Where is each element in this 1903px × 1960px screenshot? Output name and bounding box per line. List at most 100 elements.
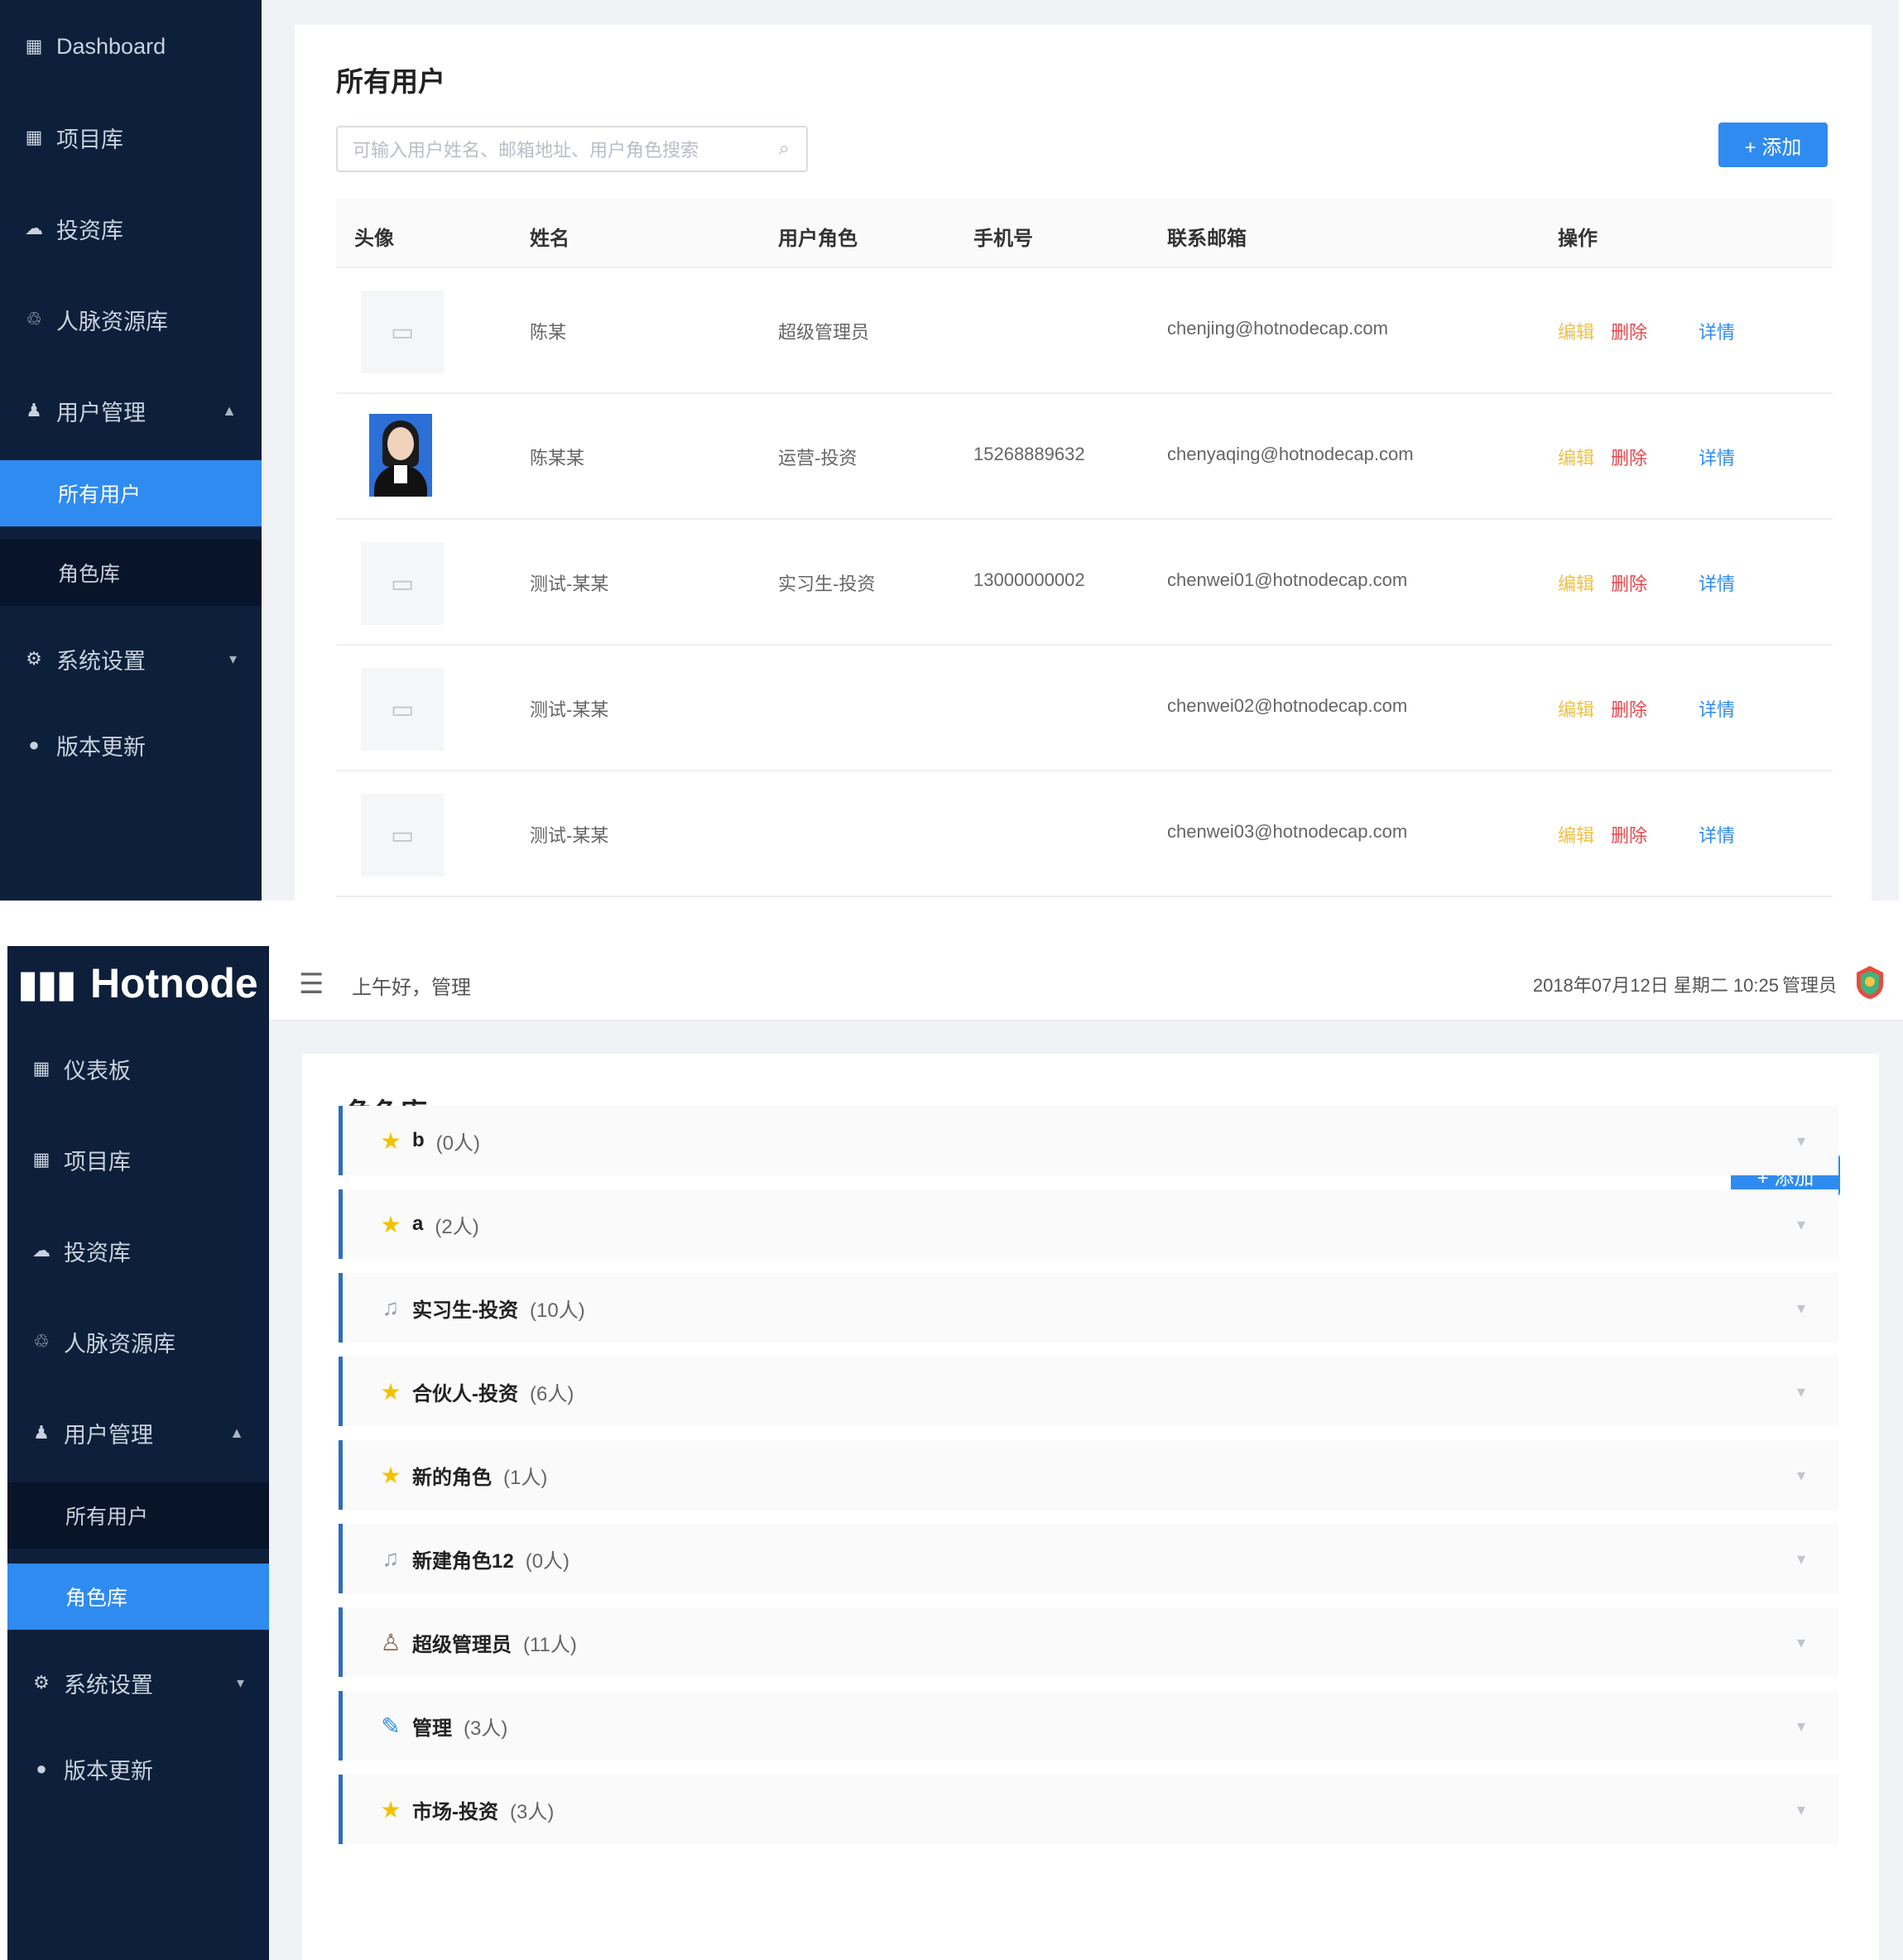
search-icon[interactable]: ⌕ (779, 137, 790, 161)
grid-icon: ▦ (25, 127, 43, 147)
role-item[interactable]: ★ 新的角色 (1人) ▾ (339, 1440, 1838, 1510)
edit-link[interactable]: 编辑 (1558, 821, 1594, 848)
detail-link[interactable]: 详情 (1699, 444, 1735, 470)
chevron-down-icon[interactable]: ▾ (1797, 1799, 1805, 1820)
delete-link[interactable]: 删除 (1611, 444, 1647, 470)
detail-link[interactable]: 详情 (1699, 318, 1735, 344)
chevron-down-icon[interactable]: ▾ (1797, 1214, 1805, 1235)
role-item[interactable]: ★ a (2人) ▾ (339, 1189, 1838, 1259)
sidebar-subitem-all-users[interactable]: 所有用户 (0, 460, 262, 526)
role-name: 超级管理员 (412, 1633, 512, 1656)
current-datetime: 2018年07月12日 星期二 10:25 (1532, 975, 1779, 996)
delete-link[interactable]: 删除 (1611, 569, 1647, 596)
detail-link[interactable]: 详情 (1699, 695, 1735, 722)
page-title: 所有用户 (336, 66, 445, 97)
role-item[interactable]: ★ 市场-投资 (3人) ▾ (339, 1775, 1838, 1844)
user-avatar-icon[interactable] (1853, 964, 1886, 1001)
role-name: 新建角色12 (412, 1549, 514, 1573)
sidebar-item-label: 用户管理 (64, 1422, 153, 1448)
role-item[interactable]: ♫ 实习生-投资 (10人) ▾ (339, 1273, 1838, 1343)
sidebar-item-settings[interactable]: ⚙ 系统设置 ▾ (0, 626, 262, 692)
user-icon: ♟ (33, 1422, 50, 1443)
column-header-name: 姓名 (530, 228, 569, 250)
role-item[interactable]: ♙ 超级管理员 (11人) ▾ (339, 1607, 1838, 1677)
network-icon: ♲ (26, 309, 42, 329)
delete-link[interactable]: 删除 (1611, 318, 1647, 344)
sidebar-item-label: 人脉资源库 (56, 309, 168, 334)
music-icon: ♫ (382, 1545, 400, 1571)
sidebar-item-label: 人脉资源库 (64, 1331, 175, 1357)
logo-mark-icon: ▮▮▮ (17, 962, 77, 1005)
sidebar-item-user-management[interactable]: ♟ 用户管理 ▲ (7, 1400, 269, 1466)
edit-link[interactable]: 编辑 (1558, 318, 1594, 344)
user-icon: ♟ (26, 400, 42, 420)
logo[interactable]: ▮▮▮ Hotnode (7, 946, 269, 1021)
chevron-down-icon[interactable]: ▾ (1797, 1632, 1805, 1653)
search-input[interactable]: 可输入用户姓名、邮箱地址、用户角色搜索 ⌕ (336, 126, 808, 172)
username[interactable]: 管理员 (1782, 971, 1837, 997)
sidebar-item-dashboard[interactable]: ▦ Dashboard (0, 13, 262, 79)
image-placeholder-icon: ▭ (361, 794, 444, 877)
chevron-down-icon[interactable]: ▾ (1797, 1381, 1805, 1402)
add-user-button[interactable]: + 添加 (1718, 122, 1828, 167)
column-header-avatar: 头像 (354, 228, 394, 250)
delete-link[interactable]: 删除 (1611, 821, 1647, 848)
content-card: 所有用户 可输入用户姓名、邮箱地址、用户角色搜索 ⌕ + 添加 头像 姓名 用户… (295, 25, 1872, 901)
sidebar-item-user-management[interactable]: ♟ 用户管理 ▲ (0, 377, 262, 444)
cell-name: 测试-某某 (530, 574, 609, 594)
cell-email: chenwei02@hotnodecap.com (1167, 695, 1408, 716)
chevron-down-icon: ▾ (228, 650, 237, 667)
sidebar-subitem-label: 所有用户 (58, 483, 142, 507)
sidebar-item-updates[interactable]: ● 版本更新 (7, 1736, 269, 1802)
role-item[interactable]: ★ b (0人) ▾ (339, 1106, 1838, 1175)
image-placeholder-icon: ▭ (361, 668, 444, 751)
chevron-down-icon[interactable]: ▾ (1797, 1465, 1805, 1486)
sidebar-item-contacts[interactable]: ♲ 人脉资源库 (0, 286, 262, 353)
sidebar-subitem-all-users[interactable]: 所有用户 (7, 1482, 269, 1549)
sidebar-item-label: 系统设置 (64, 1672, 153, 1698)
role-library-panel: ▮▮▮ Hotnode ▦ 仪表板 ▦ 项目库 ☁ 投资库 ♲ 人脉资源库 ♟ 用户管理 ▲ … (7, 946, 1903, 1960)
detail-link[interactable]: 详情 (1699, 569, 1735, 596)
role-count: (11人) (523, 1633, 577, 1656)
edit-link[interactable]: 编辑 (1558, 444, 1594, 470)
sidebar-item-label: 投资库 (64, 1240, 131, 1266)
sidebar-item-settings[interactable]: ⚙ 系统设置 ▾ (7, 1650, 269, 1716)
role-count: (0人) (435, 1131, 481, 1155)
sidebar-item-dashboard[interactable]: ▦ 仪表板 (7, 1035, 269, 1102)
star-icon: ★ (380, 1796, 401, 1823)
sidebar-item-projects[interactable]: ▦ 项目库 (0, 104, 262, 171)
role-item[interactable]: ★ 合伙人-投资 (6人) ▾ (339, 1357, 1838, 1426)
sidebar-item-contacts[interactable]: ♲ 人脉资源库 (7, 1309, 269, 1375)
chevron-down-icon[interactable]: ▾ (1797, 1131, 1805, 1151)
role-item[interactable]: ✎ 管理 (3人) ▾ (339, 1691, 1838, 1761)
chevron-down-icon[interactable]: ▾ (1797, 1298, 1805, 1319)
role-item[interactable]: ♫ 新建角色12 (0人) ▾ (339, 1524, 1838, 1593)
gear-icon: ⚙ (33, 1672, 50, 1693)
sidebar-item-projects[interactable]: ▦ 项目库 (7, 1127, 269, 1193)
edit-link[interactable]: 编辑 (1558, 695, 1594, 722)
sidebar-item-investments[interactable]: ☁ 投资库 (0, 195, 262, 262)
sidebar-subitem-roles[interactable]: 角色库 (0, 540, 262, 606)
person-icon: ♙ (380, 1629, 401, 1655)
edit-link[interactable]: 编辑 (1558, 569, 1594, 596)
sidebar-item-label: 投资库 (56, 218, 123, 243)
sidebar-subitem-roles[interactable]: 角色库 (7, 1564, 269, 1630)
cell-phone: 15268889632 (973, 444, 1085, 464)
sidebar-item-label: 版本更新 (64, 1758, 153, 1784)
sidebar-item-label: 系统设置 (56, 648, 146, 674)
star-icon: ★ (380, 1378, 401, 1405)
avatar (369, 414, 432, 497)
sidebar-item-investments[interactable]: ☁ 投资库 (7, 1218, 269, 1284)
delete-link[interactable]: 删除 (1611, 695, 1647, 722)
table-row: ▭ 测试-某某 chenwei03@hotnodecap.com 编辑 删除 详… (336, 773, 1833, 897)
table-row: ▭ 测试-某某 chenwei02@hotnodecap.com 编辑 删除 详… (336, 647, 1833, 771)
top-header: ☰ 上午好，管理 2018年07月12日 星期二 10:25 管理员 (269, 946, 1903, 1021)
sidebar-item-updates[interactable]: ● 版本更新 (0, 712, 262, 778)
menu-toggle-icon[interactable]: ☰ (299, 968, 324, 1001)
image-placeholder-icon: ▭ (361, 542, 444, 625)
greeting-text: 上午好，管理 (352, 977, 471, 999)
detail-link[interactable]: 详情 (1699, 821, 1735, 848)
role-name: 新的角色 (412, 1466, 492, 1489)
chevron-down-icon[interactable]: ▾ (1797, 1716, 1805, 1737)
chevron-down-icon[interactable]: ▾ (1797, 1549, 1805, 1569)
